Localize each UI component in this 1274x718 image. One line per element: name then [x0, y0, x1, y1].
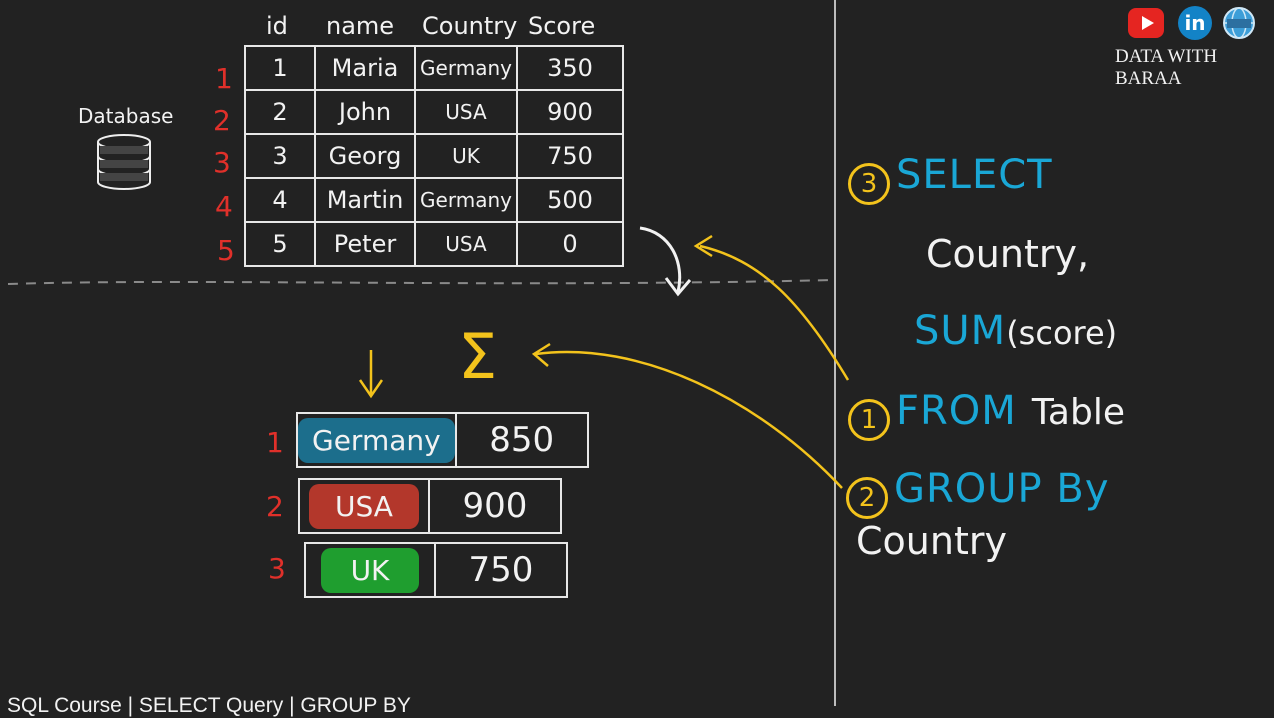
result-score: 900 — [428, 478, 562, 534]
result-row-3: UK 750 — [304, 542, 568, 598]
country-highlight: USA — [309, 483, 419, 529]
result-country: UK — [350, 553, 390, 587]
result-country-cell: UK — [304, 542, 436, 598]
country-highlight: Germany — [298, 417, 455, 463]
group-by-column: Country — [856, 518, 1007, 563]
result-row-number: 2 — [266, 490, 284, 523]
select-line: 3 SELECT — [848, 152, 1053, 205]
country-highlight: UK — [320, 547, 420, 593]
result-row-2: USA 900 — [298, 478, 562, 534]
footer-caption: SQL Course | SELECT Query | GROUP BY — [7, 694, 411, 717]
sum-argument: (score) — [1006, 314, 1118, 352]
step-badge: 3 — [848, 162, 890, 205]
group-by-keyword: GROUP By — [894, 466, 1110, 512]
result-country: Germany — [312, 423, 441, 457]
result-row-number: 1 — [266, 426, 284, 459]
from-line: 1 FROM Table — [848, 388, 1125, 441]
yellow-arrows — [358, 234, 850, 489]
step-badge: 2 — [846, 476, 888, 519]
sum-keyword: SUM — [914, 308, 1007, 354]
sigma-icon: Σ — [458, 320, 498, 393]
step-badge: 1 — [848, 398, 890, 441]
result-country: USA — [335, 489, 393, 523]
result-country-cell: Germany — [296, 412, 457, 468]
select-keyword: SELECT — [896, 152, 1053, 198]
result-score: 850 — [454, 412, 589, 468]
country-column: Country, — [926, 232, 1090, 276]
result-row-number: 3 — [268, 552, 286, 585]
result-score: 750 — [434, 542, 568, 598]
result-row-1: Germany 850 — [296, 412, 589, 468]
from-keyword: FROM — [896, 388, 1017, 434]
sum-line: SUM(score) — [914, 308, 1117, 354]
group-by-line: 2 GROUP By Country — [846, 466, 1274, 563]
result-country-cell: USA — [298, 478, 430, 534]
from-table: Table — [1031, 392, 1125, 433]
